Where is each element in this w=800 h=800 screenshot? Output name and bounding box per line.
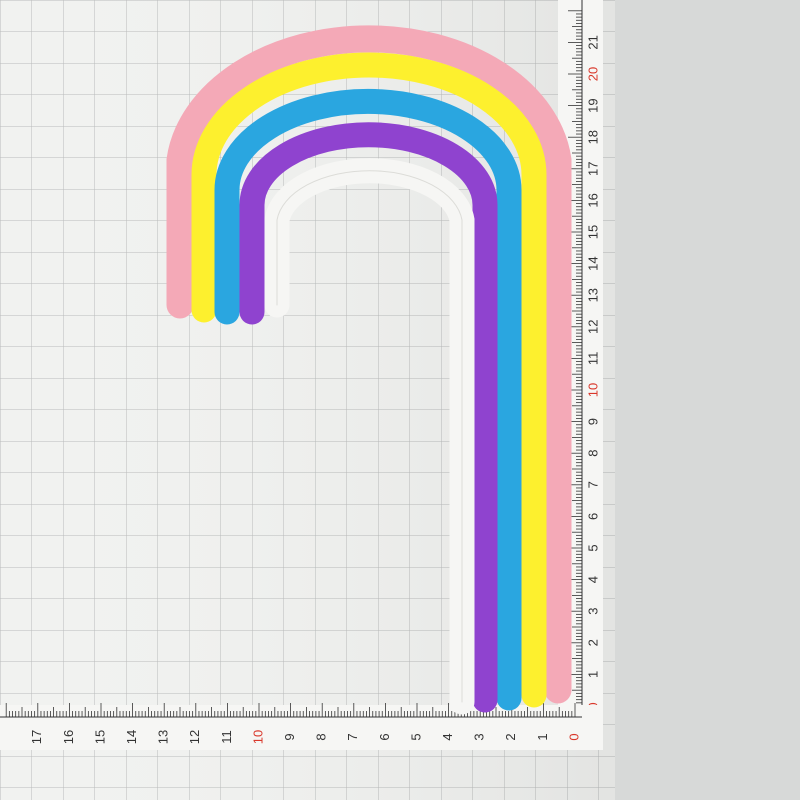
ruler-label: 14 <box>124 730 139 744</box>
ruler-label: 13 <box>156 730 171 744</box>
ruler-label: 19 <box>585 98 600 112</box>
ruler-label: 7 <box>345 733 360 740</box>
ruler-label: 4 <box>585 576 600 583</box>
ruler-label: 16 <box>61 730 76 744</box>
ruler-label: 8 <box>314 733 329 740</box>
ruler-label: 14 <box>585 256 600 270</box>
ruler-label: 9 <box>282 733 297 740</box>
ruler-label: 7 <box>585 481 600 488</box>
ruler-label: 9 <box>585 418 600 425</box>
ruler-label: 6 <box>377 733 392 740</box>
horizontal-ruler: 01234567891011121314151617 <box>0 703 603 750</box>
ruler-label: 11 <box>585 352 600 366</box>
ruler-label: 15 <box>92 730 107 744</box>
ruler-label: 3 <box>472 733 487 740</box>
ruler-label: 4 <box>440 733 455 740</box>
ruler-label: 11 <box>219 730 234 744</box>
ruler-label: 3 <box>585 608 600 615</box>
ruler-label: 2 <box>503 733 518 740</box>
ruler-label: 5 <box>585 544 600 551</box>
ruler-label: 5 <box>408 733 423 740</box>
ruler-label: 17 <box>585 162 600 176</box>
ruler-label: 15 <box>585 225 600 239</box>
ruler-label: 8 <box>585 450 600 457</box>
ruler-label: 16 <box>585 193 600 207</box>
ruler-label: 13 <box>585 288 600 302</box>
rainbow-straws-photo: 0123456789101112131415161718192021 01234… <box>0 0 800 800</box>
ruler-label: 6 <box>585 513 600 520</box>
ruler-label: 2 <box>585 639 600 646</box>
ruler-label: 20 <box>585 67 600 81</box>
ruler-label: 1 <box>535 733 550 740</box>
ruler-label: 18 <box>585 130 600 144</box>
ruler-label: 17 <box>29 730 44 744</box>
ruler-label: 10 <box>250 730 265 744</box>
ruler-label: 12 <box>187 730 202 744</box>
ruler-label: 1 <box>585 671 600 678</box>
ruler-label: 21 <box>585 35 600 49</box>
ruler-label: 0 <box>566 733 581 740</box>
ruler-label: 12 <box>585 320 600 334</box>
ruler-label: 10 <box>585 383 600 397</box>
